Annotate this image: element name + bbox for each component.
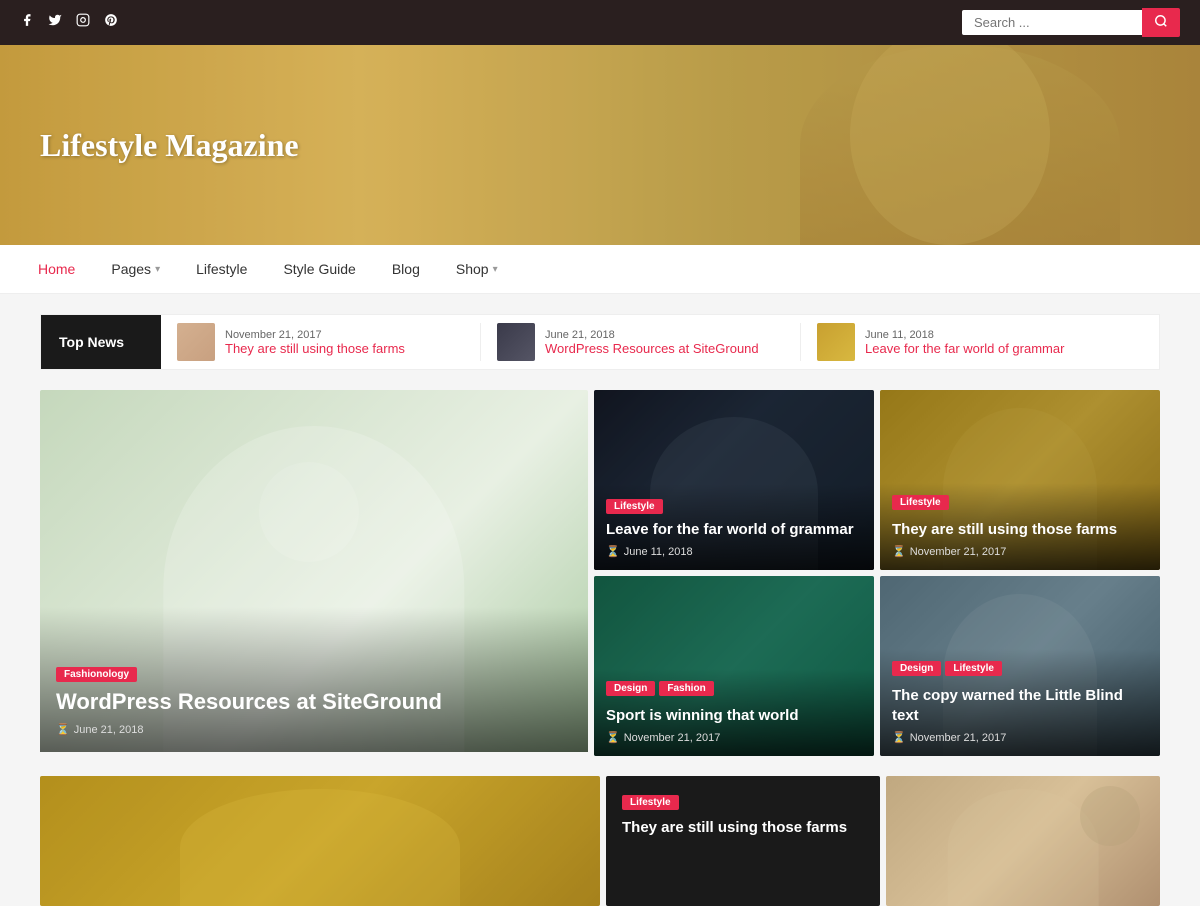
- card-3-tags: Design Fashion: [606, 681, 862, 702]
- ticker-thumb-2: [497, 323, 535, 361]
- top-news-bar: Top News November 21, 2017 They are stil…: [40, 314, 1160, 370]
- ticker-item-3[interactable]: June 11, 2018 Leave for the far world of…: [801, 323, 1121, 361]
- card-small-3[interactable]: Design Fashion Sport is winning that wor…: [594, 576, 874, 756]
- card-small-1-image: Lifestyle Leave for the far world of gra…: [594, 390, 874, 570]
- card-small-4[interactable]: Design Lifestyle The copy warned the Lit…: [880, 576, 1160, 756]
- pinterest-icon[interactable]: [104, 13, 118, 32]
- twitter-icon[interactable]: [48, 13, 62, 32]
- bottom-card-left[interactable]: [40, 776, 600, 906]
- news-ticker: November 21, 2017 They are still using t…: [161, 323, 1159, 361]
- card-4-category-lifestyle[interactable]: Lifestyle: [945, 661, 1002, 676]
- card-2-overlay: Lifestyle They are still using those far…: [880, 483, 1160, 571]
- ticker-title-2: WordPress Resources at SiteGround: [545, 341, 784, 356]
- social-icons: [20, 13, 118, 32]
- card-4-category-design[interactable]: Design: [892, 661, 941, 676]
- main-nav: Home Pages ▾ Lifestyle Style Guide Blog …: [0, 245, 1200, 294]
- ticker-date-2: June 21, 2018: [545, 329, 784, 341]
- card-1-overlay: Lifestyle Leave for the far world of gra…: [594, 484, 874, 571]
- card-small-4-image: Design Lifestyle The copy warned the Lit…: [880, 576, 1160, 756]
- bottom-mid-category[interactable]: Lifestyle: [622, 795, 679, 810]
- card-1-category[interactable]: Lifestyle: [606, 499, 663, 514]
- facebook-icon[interactable]: [20, 13, 34, 32]
- card-2-tags: Lifestyle: [892, 495, 1148, 516]
- ticker-item-1[interactable]: November 21, 2017 They are still using t…: [161, 323, 481, 361]
- ticker-title-1: They are still using those farms: [225, 341, 464, 356]
- card-3-overlay: Design Fashion Sport is winning that wor…: [594, 669, 874, 757]
- card-4-date: ⏳ November 21, 2017: [892, 731, 1148, 744]
- search-input[interactable]: [962, 10, 1142, 35]
- bottom-cards-row: Lifestyle They are still using those far…: [40, 776, 1160, 906]
- bottom-card-mid[interactable]: Lifestyle They are still using those far…: [606, 776, 880, 906]
- main-content: Fashionology WordPress Resources at Site…: [40, 390, 1160, 756]
- card-2-date: ⏳ November 21, 2017: [892, 545, 1148, 558]
- large-card-title: WordPress Resources at SiteGround: [56, 688, 572, 717]
- nav-lifestyle[interactable]: Lifestyle: [178, 245, 265, 293]
- ticker-date-3: June 11, 2018: [865, 329, 1105, 341]
- ticker-date-1: November 21, 2017: [225, 329, 464, 341]
- card-4-tags: Design Lifestyle: [892, 661, 1148, 682]
- nav-pages[interactable]: Pages ▾: [93, 245, 178, 293]
- featured-grid: Fashionology WordPress Resources at Site…: [40, 390, 1160, 756]
- clock-icon: ⏳: [606, 545, 620, 558]
- card-2-category-lifestyle[interactable]: Lifestyle: [892, 495, 949, 510]
- top-news-label: Top News: [41, 315, 161, 369]
- bottom-section: Lifestyle They are still using those far…: [40, 776, 1160, 906]
- card-1-date: ⏳ June 11, 2018: [606, 545, 862, 558]
- ticker-thumb-1: [177, 323, 215, 361]
- featured-large-image: Fashionology WordPress Resources at Site…: [40, 390, 588, 752]
- instagram-icon[interactable]: [76, 13, 90, 32]
- nav-blog[interactable]: Blog: [374, 245, 438, 293]
- clock-icon: ⏳: [56, 723, 70, 736]
- ticker-title-3: Leave for the far world of grammar: [865, 341, 1105, 356]
- site-title: Lifestyle Magazine: [0, 107, 339, 184]
- card-3-date: ⏳ November 21, 2017: [606, 731, 862, 744]
- hero-banner: Lifestyle Magazine: [0, 45, 1200, 245]
- ticker-content-1: November 21, 2017 They are still using t…: [225, 329, 464, 356]
- featured-large-card[interactable]: Fashionology WordPress Resources at Site…: [40, 390, 588, 756]
- nav-home[interactable]: Home: [20, 245, 93, 293]
- clock-icon: ⏳: [892, 731, 906, 744]
- top-bar: [0, 0, 1200, 45]
- card-3-category-fashion[interactable]: Fashion: [659, 681, 713, 696]
- search-button[interactable]: [1142, 8, 1180, 37]
- card-4-title: The copy warned the Little Blind text: [892, 686, 1148, 725]
- ticker-item-2[interactable]: June 21, 2018 WordPress Resources at Sit…: [481, 323, 801, 361]
- ticker-content-2: June 21, 2018 WordPress Resources at Sit…: [545, 329, 784, 356]
- nav-items: Home Pages ▾ Lifestyle Style Guide Blog …: [20, 245, 516, 293]
- card-small-2-image: Lifestyle They are still using those far…: [880, 390, 1160, 570]
- card-small-1[interactable]: Lifestyle Leave for the far world of gra…: [594, 390, 874, 570]
- ticker-content-3: June 11, 2018 Leave for the far world of…: [865, 329, 1105, 356]
- card-3-title: Sport is winning that world: [606, 706, 862, 726]
- clock-icon: ⏳: [892, 545, 906, 558]
- large-card-date: ⏳ June 21, 2018: [56, 723, 572, 736]
- bottom-card-right[interactable]: [886, 776, 1160, 906]
- card-2-title: They are still using those farms: [892, 520, 1148, 540]
- card-1-title: Leave for the far world of grammar: [606, 520, 862, 540]
- card-small-3-image: Design Fashion Sport is winning that wor…: [594, 576, 874, 756]
- card-3-category-design[interactable]: Design: [606, 681, 655, 696]
- bottom-mid-title: They are still using those farms: [622, 818, 864, 838]
- card-small-2[interactable]: Lifestyle They are still using those far…: [880, 390, 1160, 570]
- clock-icon: ⏳: [606, 731, 620, 744]
- ticker-thumb-3: [817, 323, 855, 361]
- large-card-category[interactable]: Fashionology: [56, 667, 137, 682]
- card-4-overlay: Design Lifestyle The copy warned the Lit…: [880, 649, 1160, 756]
- nav-shop[interactable]: Shop ▾: [438, 245, 516, 293]
- nav-style-guide[interactable]: Style Guide: [265, 245, 373, 293]
- search-bar: [962, 8, 1180, 37]
